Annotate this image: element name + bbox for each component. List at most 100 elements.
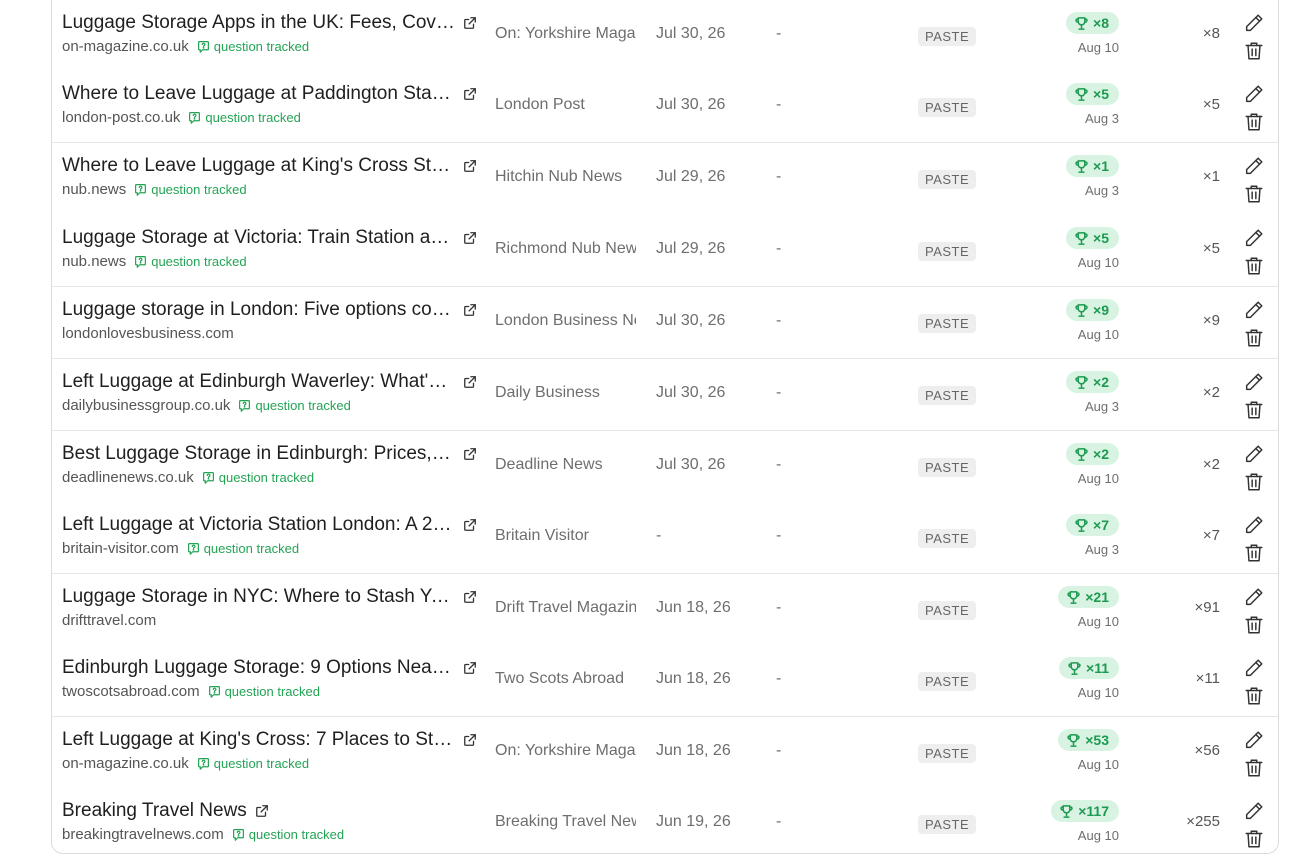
trash-icon[interactable] [1243,614,1265,636]
pencil-icon[interactable] [1243,371,1265,393]
trophy-icon [1060,804,1073,818]
publish-date: Jul 29, 26 [656,240,726,257]
source-tag: PASTE [918,242,977,261]
article-title[interactable]: Luggage Storage at Victoria: Train Stati… [62,227,455,249]
pencil-icon[interactable] [1243,83,1265,105]
pencil-icon[interactable] [1243,227,1265,249]
trash-icon[interactable] [1243,471,1265,493]
trash-icon[interactable] [1243,399,1265,421]
question-icon [202,472,214,484]
external-link-icon[interactable] [463,231,477,245]
article-domain: on-magazine.co.uk [62,38,189,55]
trash-icon[interactable] [1243,111,1265,133]
article-title[interactable]: Breaking Travel News [62,800,247,822]
article-title-link[interactable]: Left Luggage at King's Cross: 7 Places t… [62,729,477,751]
question-tracked-text: question tracked [205,110,301,125]
citation-date: Aug 3 [1085,398,1119,414]
pencil-icon[interactable] [1243,586,1265,608]
article-title[interactable]: Edinburgh Luggage Storage: 9 Options Nea… [62,657,455,679]
pencil-icon[interactable] [1243,155,1265,177]
article-title[interactable]: Luggage Storage Apps in the UK: Fees, Co… [62,12,455,34]
article-title-link[interactable]: Luggage Storage Apps in the UK: Fees, Co… [62,12,477,34]
article-title-link[interactable]: Where to Leave Luggage at King's Cross S… [62,155,477,177]
article-title-link[interactable]: Luggage Storage at Victoria: Train Stati… [62,227,477,249]
publication-name: London Business Ne [495,312,636,329]
article-domain-line: dailybusinessgroup.co.uk question tracke… [62,397,351,414]
article-title[interactable]: Luggage storage in London: Five options … [62,299,455,321]
article-domain-line: on-magazine.co.uk question tracked [62,755,309,772]
external-link-icon[interactable] [255,804,269,818]
publication-name: Daily Business [495,384,600,401]
question-icon [135,184,147,196]
trash-icon[interactable] [1243,542,1265,564]
question-tracked-text: question tracked [203,541,300,556]
trash-icon[interactable] [1243,757,1265,779]
trash-icon[interactable] [1243,40,1265,62]
external-link-icon[interactable] [463,518,477,532]
article-domain: britain-visitor.com [62,540,179,557]
trophy-icon [1067,590,1080,604]
question-icon [187,543,199,555]
article-title-link[interactable]: Left Luggage at Edinburgh Waverley: What… [62,371,477,393]
trash-icon[interactable] [1243,255,1265,277]
citation-badge-group: ×53 Aug 10 [1039,729,1119,772]
citation-badge: ×117 [1051,800,1119,822]
article-domain-line: on-magazine.co.uk question tracked [62,38,309,55]
pencil-icon[interactable] [1243,729,1265,751]
question-tracked-label: question tracked [188,110,301,125]
external-link-icon[interactable] [463,375,477,389]
publish-date: Jul 30, 26 [656,312,726,329]
citation-date: Aug 10 [1077,756,1119,772]
external-link-icon[interactable] [463,303,477,317]
article-title[interactable]: Best Luggage Storage in Edinburgh: Price… [62,443,455,465]
pencil-icon[interactable] [1243,657,1265,679]
article-domain-line: britain-visitor.com question tracked [62,540,299,557]
article-title-link[interactable]: Luggage Storage in NYC: Where to Stash Y… [62,586,477,608]
article-title-link[interactable]: Best Luggage Storage in Edinburgh: Price… [62,443,477,465]
article-title[interactable]: Luggage Storage in NYC: Where to Stash Y… [62,586,455,608]
empty-value: - [776,813,782,830]
article-title-link[interactable]: Luggage storage in London: Five options … [62,299,477,321]
article-title-link[interactable]: Where to Leave Luggage at Paddington Sta… [62,83,477,105]
trophy-icon [1075,375,1088,389]
citation-badge-group: ×11 Aug 10 [1039,657,1119,700]
question-tracked-text: question tracked [224,684,320,699]
external-link-icon[interactable] [463,16,477,30]
article-title[interactable]: Left Luggage at King's Cross: 7 Places t… [62,729,455,751]
publish-date: Jun 18, 26 [656,599,731,616]
article-title-link[interactable]: Left Luggage at Victoria Station London:… [62,514,477,536]
trash-icon[interactable] [1243,828,1265,850]
pencil-icon[interactable] [1243,800,1265,822]
publish-date: Jul 30, 26 [656,96,726,113]
external-link-icon[interactable] [463,661,477,675]
article-title[interactable]: Where to Leave Luggage at King's Cross S… [62,155,455,177]
article-title-link[interactable]: Edinburgh Luggage Storage: 9 Options Nea… [62,657,477,679]
total-count: ×2 [1202,456,1220,473]
trash-icon[interactable] [1243,327,1265,349]
external-link-icon[interactable] [463,447,477,461]
source-tag: PASTE [918,98,977,117]
empty-value: - [776,384,782,401]
external-link-icon[interactable] [463,87,477,101]
article-domain-line: drifttravel.com [62,612,156,629]
external-link-icon[interactable] [463,733,477,747]
question-tracked-label: question tracked [134,182,247,197]
article-title[interactable]: Left Luggage at Edinburgh Waverley: What… [62,371,455,393]
pencil-icon[interactable] [1243,443,1265,465]
article-title-link[interactable]: Breaking Travel News [62,800,269,822]
article-domain: nub.news [62,253,127,270]
pencil-icon[interactable] [1243,12,1265,34]
trash-icon[interactable] [1243,183,1265,205]
citation-badge: ×5 [1066,227,1119,249]
citation-count: ×5 [1093,86,1109,102]
external-link-icon[interactable] [463,159,477,173]
external-link-icon[interactable] [463,590,477,604]
citation-date: Aug 10 [1077,39,1119,55]
pencil-icon[interactable] [1243,299,1265,321]
pencil-icon[interactable] [1243,514,1265,536]
citation-badge-group: ×8 Aug 10 [1039,12,1119,55]
article-title[interactable]: Where to Leave Luggage at Paddington Sta… [62,83,455,105]
table-row: Where to Leave Luggage at Paddington Sta… [52,71,1278,143]
article-title[interactable]: Left Luggage at Victoria Station London:… [62,514,455,536]
trash-icon[interactable] [1243,685,1265,707]
